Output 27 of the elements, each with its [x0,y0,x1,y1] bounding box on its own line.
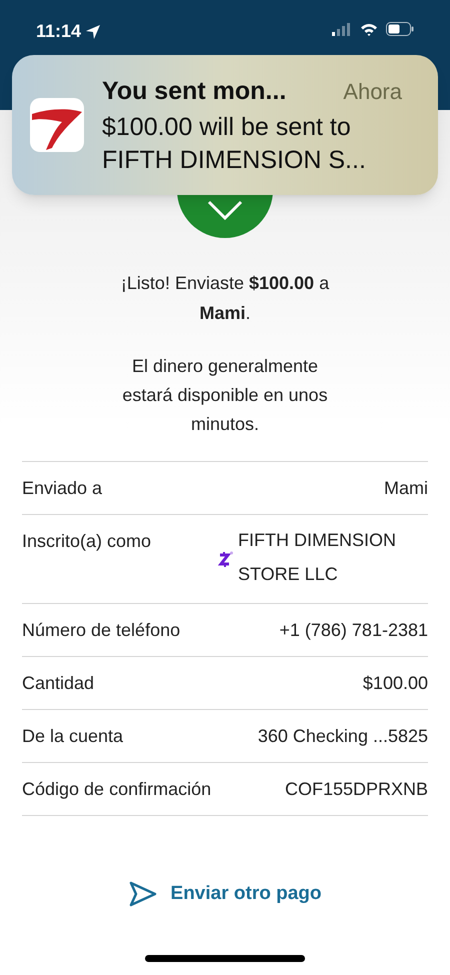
detail-label: De la cuenta [22,725,124,748]
notification-title: You sent mon... [102,76,286,108]
notification-body: $100.00 will be sent to FIFTH DIMENSION S... [102,112,367,176]
send-icon [128,881,157,908]
battery-icon [386,22,414,36]
location-icon [85,24,102,40]
detail-label: Inscrito(a) como [22,530,152,553]
detail-label: Enviado a [22,477,102,500]
notification-time: Ahora [343,78,403,106]
detail-value: FIFTH DIMENSION STORE LLC [238,529,397,586]
detail-label: Cantidad [22,672,94,695]
success-message: ¡Listo! Enviaste $100.00 a Mami. [120,272,330,325]
signal-icon [332,22,352,36]
status-time: 11:14 [36,20,82,43]
detail-label: Código de confirmación [22,778,212,801]
detail-value: Mami [384,477,428,500]
detail-value: 360 Checking ...5825 [258,725,428,748]
app-icon [30,98,84,152]
wifi-icon [360,22,378,36]
detail-value: COF155DPRXNB [284,778,428,801]
zelle-icon [218,550,234,568]
detail-value: +1 (786) 781-2381 [279,619,428,642]
detail-value: $100.00 [362,672,428,695]
availability-note: El dinero generalmente estará disponible en unos minutos. [121,355,329,436]
detail-label: Número de teléfono [22,619,180,642]
check-icon [205,198,245,222]
send-another-payment-button[interactable]: Enviar otro pago [120,876,330,912]
